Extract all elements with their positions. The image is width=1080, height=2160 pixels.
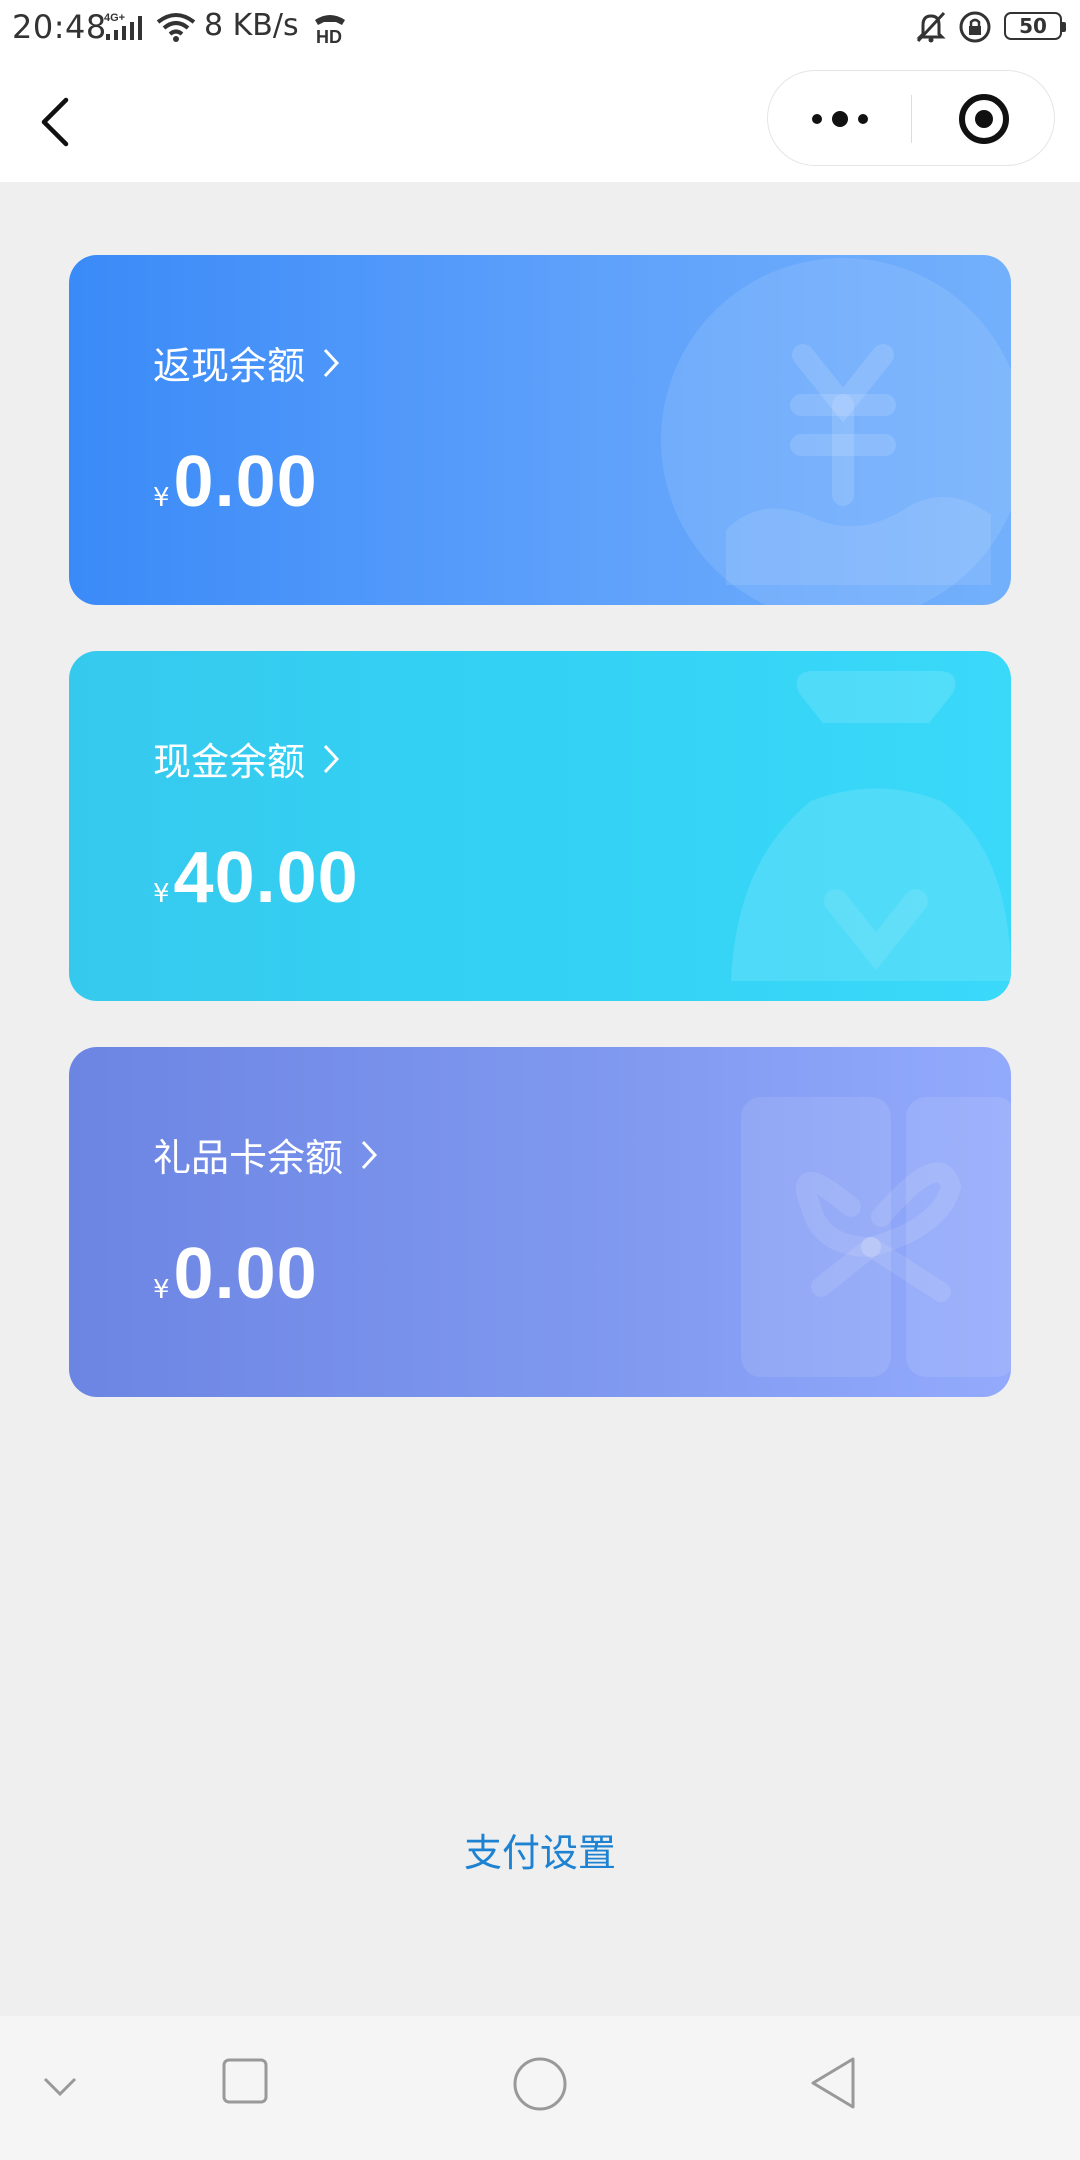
system-nav-bar: [0, 2016, 1080, 2160]
gift-card-balance-card[interactable]: 礼品卡余额 ¥ 0.00: [69, 1047, 1011, 1397]
signal-4g-icon: 4G+: [104, 12, 142, 40]
card-amount: ¥ 40.00: [153, 837, 359, 919]
back-chevron-icon[interactable]: [36, 94, 76, 150]
chevron-right-icon: [361, 1140, 378, 1169]
card-title: 返现余额: [153, 335, 341, 390]
currency-symbol: ¥: [153, 879, 170, 909]
card-amount: ¥ 0.00: [153, 1233, 318, 1315]
mini-program-capsule: [767, 70, 1055, 166]
wifi-icon: [156, 13, 196, 42]
cash-balance-amount: 40.00: [173, 838, 359, 918]
status-bar: 20:48 4G+ 8 KB/s HD 50: [0, 0, 1080, 56]
payment-settings-link[interactable]: 支付设置: [0, 1822, 1080, 1877]
recents-square-icon[interactable]: [222, 2058, 268, 2104]
card-title: 现金余额: [153, 731, 341, 786]
more-dots-icon: [812, 111, 868, 127]
card-amount: ¥ 0.00: [153, 441, 318, 523]
cash-balance-card[interactable]: 现金余额 ¥ 40.00: [69, 651, 1011, 1001]
money-bag-icon: [731, 671, 1011, 981]
card-title: 礼品卡余额: [153, 1127, 379, 1182]
gift-card-balance-label: 礼品卡余额: [153, 1136, 344, 1180]
close-mini-program-button[interactable]: [912, 71, 1055, 167]
gift-card-balance-amount: 0.00: [173, 1234, 318, 1314]
rotation-lock-icon: [959, 11, 991, 43]
network-speed: 8 KB/s: [204, 8, 299, 43]
hd-call-icon: HD: [315, 15, 345, 44]
chevron-right-icon: [323, 348, 340, 377]
cashback-balance-card[interactable]: 返现余额 ¥ 0.00: [69, 255, 1011, 605]
back-triangle-icon[interactable]: [808, 2056, 858, 2110]
collapse-chevron-icon[interactable]: [42, 2076, 78, 2098]
cashback-balance-label: 返现余额: [153, 344, 306, 388]
battery-indicator: 50: [1004, 12, 1066, 40]
more-button[interactable]: [768, 71, 911, 167]
cashback-balance-amount: 0.00: [173, 442, 318, 522]
status-time: 20:48: [12, 8, 107, 46]
chevron-right-icon: [323, 744, 340, 773]
currency-symbol: ¥: [153, 483, 170, 513]
currency-symbol: ¥: [153, 1275, 170, 1305]
svg-text:4G+: 4G+: [104, 12, 125, 24]
svg-text:HD: HD: [316, 27, 342, 44]
yen-coin-icon: [661, 258, 1011, 605]
bell-muted-icon: [916, 11, 946, 43]
nav-bar: [0, 56, 1080, 182]
target-circle-icon: [959, 94, 1009, 144]
cash-balance-label: 现金余额: [153, 740, 306, 784]
gift-box-icon: [741, 1097, 1011, 1377]
home-circle-icon[interactable]: [512, 2056, 568, 2112]
